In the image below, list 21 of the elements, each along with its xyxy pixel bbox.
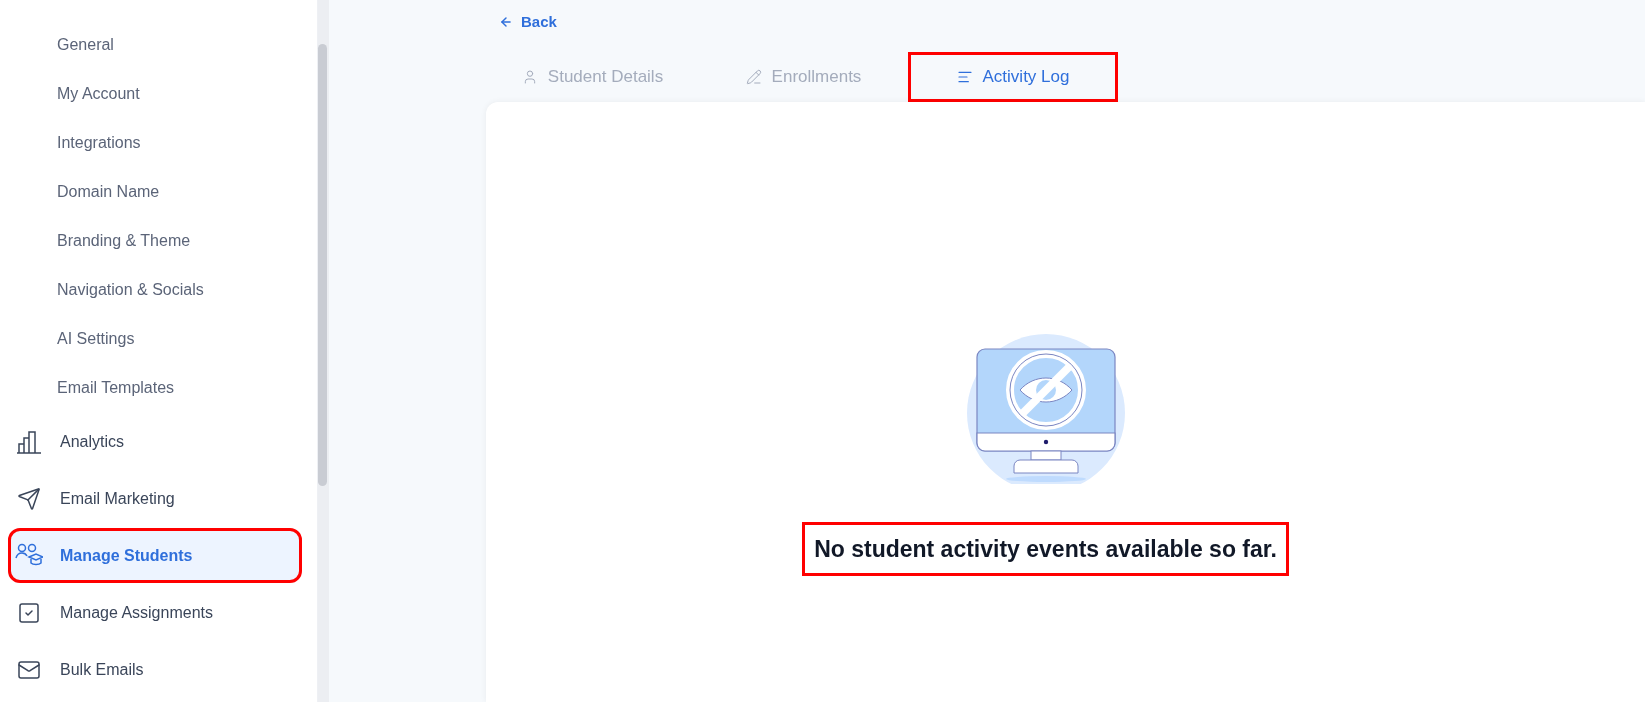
bar-chart-icon (16, 429, 42, 454)
sidebar-nav-item[interactable]: Email Marketing (8, 471, 302, 526)
back-link[interactable]: Back (499, 11, 557, 34)
settings-menu-item[interactable]: General (8, 20, 307, 69)
settings-menu-item[interactable]: Navigation & Socials (8, 265, 307, 314)
empty-state-message: No student activity events available so far. (802, 521, 1289, 576)
pencil-icon (745, 68, 762, 85)
settings-menu-item[interactable]: My Account (8, 69, 307, 118)
settings-menu-item[interactable]: Email Templates (8, 363, 307, 412)
settings-menu-item[interactable]: AI Settings (8, 314, 307, 363)
sidebar-nav-item[interactable]: Analytics (8, 414, 302, 469)
checked-square-icon (17, 600, 41, 625)
sidebar-nav-item[interactable]: Manage Students (8, 528, 302, 583)
tab[interactable]: Activity Log (908, 51, 1118, 102)
send-icon (17, 486, 41, 511)
settings-menu-item[interactable]: Branding & Theme (8, 216, 307, 265)
settings-menu-item[interactable]: Integrations (8, 118, 307, 167)
sidebar-nav-item[interactable]: Bulk Emails (8, 642, 302, 697)
settings-menu-item[interactable]: Domain Name (8, 167, 307, 216)
sidebar-nav-item[interactable]: Manage Assignments (8, 585, 302, 640)
scrollbar-thumb[interactable] (318, 44, 327, 486)
